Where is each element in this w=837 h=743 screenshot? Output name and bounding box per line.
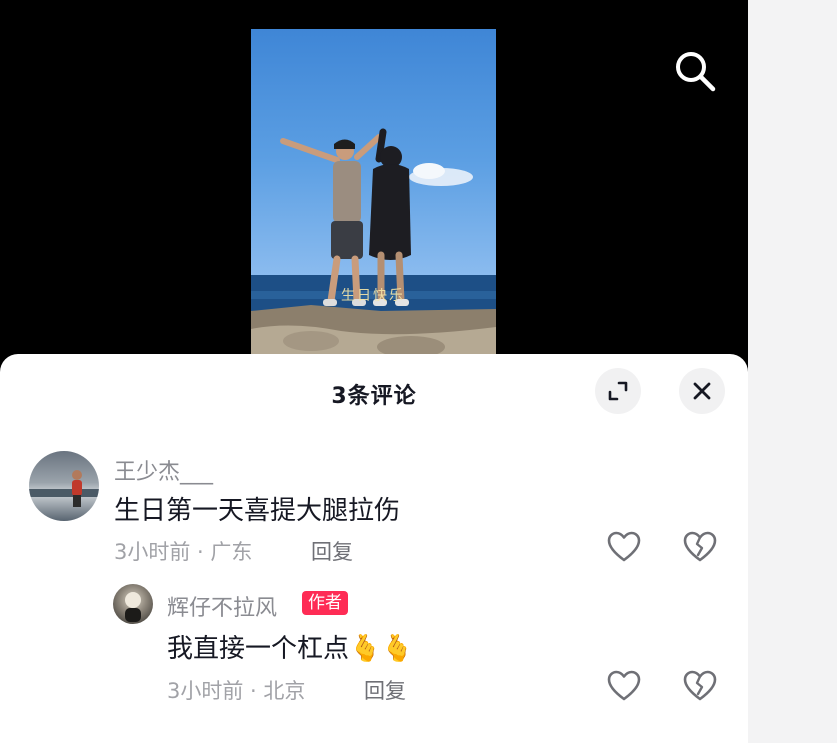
reply-meta: 3小时前 · 北京 bbox=[167, 679, 306, 703]
reply-button[interactable]: 回复 bbox=[311, 536, 353, 566]
reply-reply-button[interactable]: 回复 bbox=[364, 675, 406, 705]
close-icon bbox=[693, 382, 711, 400]
reply-text-body: 我直接一个杠点 bbox=[167, 634, 350, 664]
close-button[interactable] bbox=[679, 368, 725, 414]
author-badge: 作者 bbox=[302, 591, 348, 615]
comments-sheet: 3条评论 王少杰___ 生日第一天喜提大腿拉伤 3小时前 · 广东 回复 辉仔不… bbox=[0, 354, 748, 743]
heart-icon bbox=[607, 531, 641, 562]
avatar[interactable] bbox=[29, 451, 99, 521]
expand-icon bbox=[608, 381, 628, 401]
expand-button[interactable] bbox=[595, 368, 641, 414]
search-button[interactable] bbox=[672, 48, 718, 94]
dislike-button[interactable] bbox=[683, 531, 717, 563]
reply-like-button[interactable] bbox=[607, 670, 641, 702]
video-thumbnail[interactable]: 生日快乐 bbox=[251, 29, 496, 359]
reply-avatar[interactable] bbox=[113, 584, 153, 624]
avatar-image bbox=[29, 470, 99, 507]
comment-username[interactable]: 王少杰___ bbox=[114, 454, 213, 486]
video-player[interactable]: 生日快乐 bbox=[0, 0, 748, 380]
video-caption: 生日快乐 bbox=[341, 288, 405, 304]
reply-dislike-button[interactable] bbox=[683, 670, 717, 702]
video-scene bbox=[251, 128, 496, 359]
reply-username[interactable]: 辉仔不拉风 bbox=[167, 590, 277, 622]
comment-text: 生日第一天喜提大腿拉伤 bbox=[114, 496, 401, 526]
comment-meta: 3小时前 · 广东 bbox=[114, 540, 253, 564]
heart-icon bbox=[607, 670, 641, 701]
like-button[interactable] bbox=[607, 531, 641, 563]
reply-text: 我直接一个杠点🫰🫰 bbox=[167, 628, 414, 665]
broken-heart-icon bbox=[683, 670, 717, 701]
side-margin bbox=[748, 0, 837, 743]
reply-avatar-image bbox=[125, 592, 141, 622]
broken-heart-icon bbox=[683, 531, 717, 562]
search-icon bbox=[676, 52, 716, 92]
finger-heart-emoji: 🫰🫰 bbox=[349, 634, 414, 664]
